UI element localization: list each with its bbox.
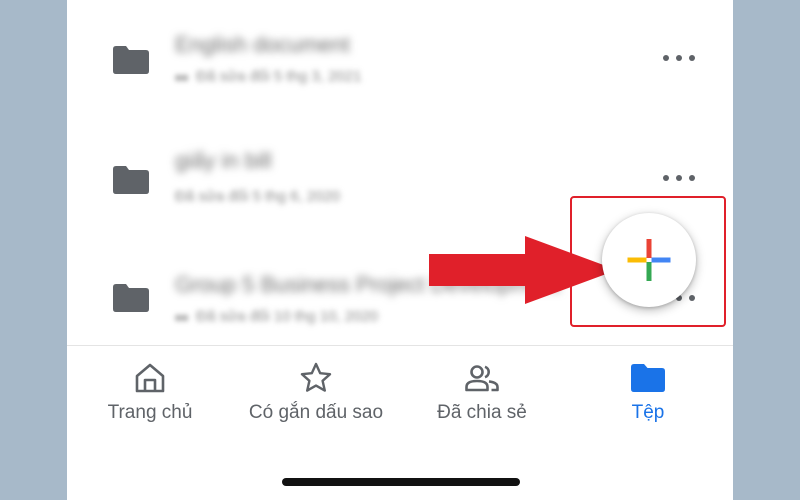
nav-label: Tệp <box>631 402 665 423</box>
more-options-dot <box>676 55 682 61</box>
star-icon <box>300 362 332 392</box>
file-row[interactable]: English document ●● Đã sửa đổi 5 thg 3, 2… <box>67 10 733 110</box>
folder-icon <box>113 46 149 74</box>
people-icon <box>465 365 499 392</box>
folder-icon <box>113 166 149 194</box>
home-indicator[interactable] <box>282 478 520 486</box>
more-options-dot <box>676 175 682 181</box>
more-options-button[interactable] <box>663 168 695 188</box>
nav-item-files[interactable]: Tệp <box>565 360 731 430</box>
nav-item-home[interactable]: Trang chủ <box>67 360 233 430</box>
folder-icon <box>113 284 149 312</box>
bottom-navigation: Trang chủ Có gắn dấu sao Đã chia sẻ Tệp <box>67 345 733 500</box>
more-options-dot <box>689 55 695 61</box>
home-icon <box>135 363 165 393</box>
file-meta: ●● Đã sửa đổi 10 thg 10, 2020 <box>175 308 378 325</box>
nav-item-shared[interactable]: Đã chia sẻ <box>399 360 565 430</box>
nav-label: Đã chia sẻ <box>437 402 527 423</box>
more-options-dot <box>689 175 695 181</box>
more-options-button[interactable] <box>663 48 695 68</box>
folder-icon <box>631 364 665 392</box>
more-options-icon <box>663 55 669 61</box>
file-modified-date: Đã sửa đổi 5 thg 6, 2020 <box>175 188 341 205</box>
nav-label: Trang chủ <box>107 402 193 423</box>
more-options-icon <box>663 175 669 181</box>
file-modified-date: Đã sửa đổi 5 thg 3, 2021 <box>196 68 362 85</box>
file-name: giấy in bill <box>175 148 272 173</box>
highlight-box-annotation <box>570 196 726 327</box>
shared-icon: ●● <box>175 312 189 324</box>
nav-label: Có gắn dấu sao <box>248 402 384 423</box>
file-modified-date: Đã sửa đổi 10 thg 10, 2020 <box>196 308 379 325</box>
file-meta: ●● Đã sửa đổi 5 thg 3, 2021 <box>175 68 361 85</box>
shared-icon: ●● <box>175 72 189 84</box>
nav-item-starred[interactable]: Có gắn dấu sao <box>233 360 399 430</box>
file-name: English document <box>175 32 350 57</box>
